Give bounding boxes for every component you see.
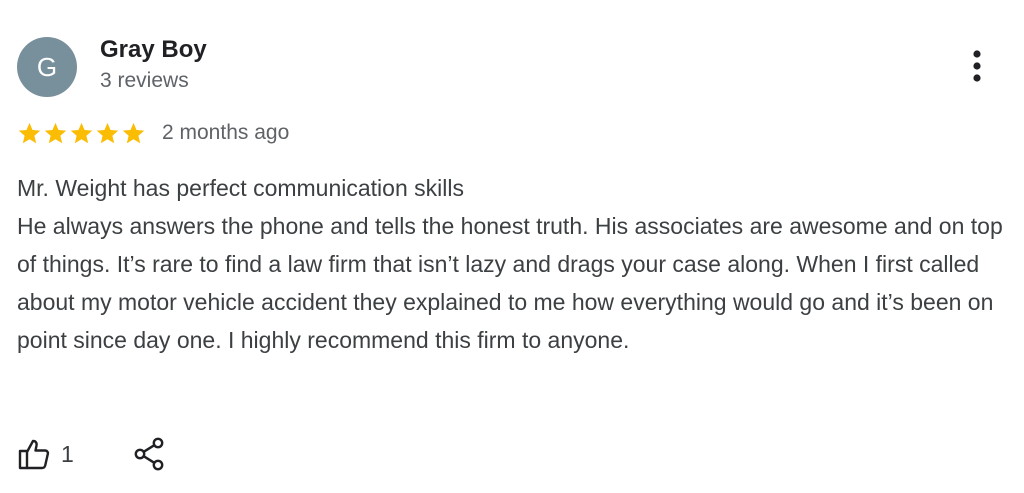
review-text: Mr. Weight has perfect communication ski…	[17, 169, 1007, 359]
review-text-body: He always answers the phone and tells th…	[17, 213, 1003, 353]
star-icon	[69, 121, 94, 146]
more-vert-icon	[973, 50, 981, 82]
author-review-count[interactable]: 3 reviews	[100, 69, 189, 93]
avatar-initial: G	[36, 52, 58, 82]
share-button[interactable]	[132, 436, 166, 472]
more-options-button[interactable]	[962, 46, 992, 86]
review-card: G Gray Boy 3 reviews 2 months ago Mr. We…	[0, 0, 1024, 493]
share-icon	[134, 437, 164, 471]
like-count: 1	[61, 440, 74, 467]
star-icon	[95, 121, 120, 146]
avatar[interactable]: G	[17, 37, 77, 97]
review-text-first-line: Mr. Weight has perfect communication ski…	[17, 175, 464, 201]
author-name[interactable]: Gray Boy	[100, 36, 207, 64]
review-date: 2 months ago	[162, 121, 290, 144]
like-button[interactable]: 1	[17, 437, 74, 471]
star-icon	[121, 121, 146, 146]
review-actions: 1	[17, 432, 166, 476]
star-rating	[17, 121, 146, 146]
star-icon	[17, 121, 42, 146]
thumbs-up-icon	[18, 439, 50, 470]
rating-row: 2 months ago	[17, 118, 289, 148]
star-icon	[43, 121, 68, 146]
